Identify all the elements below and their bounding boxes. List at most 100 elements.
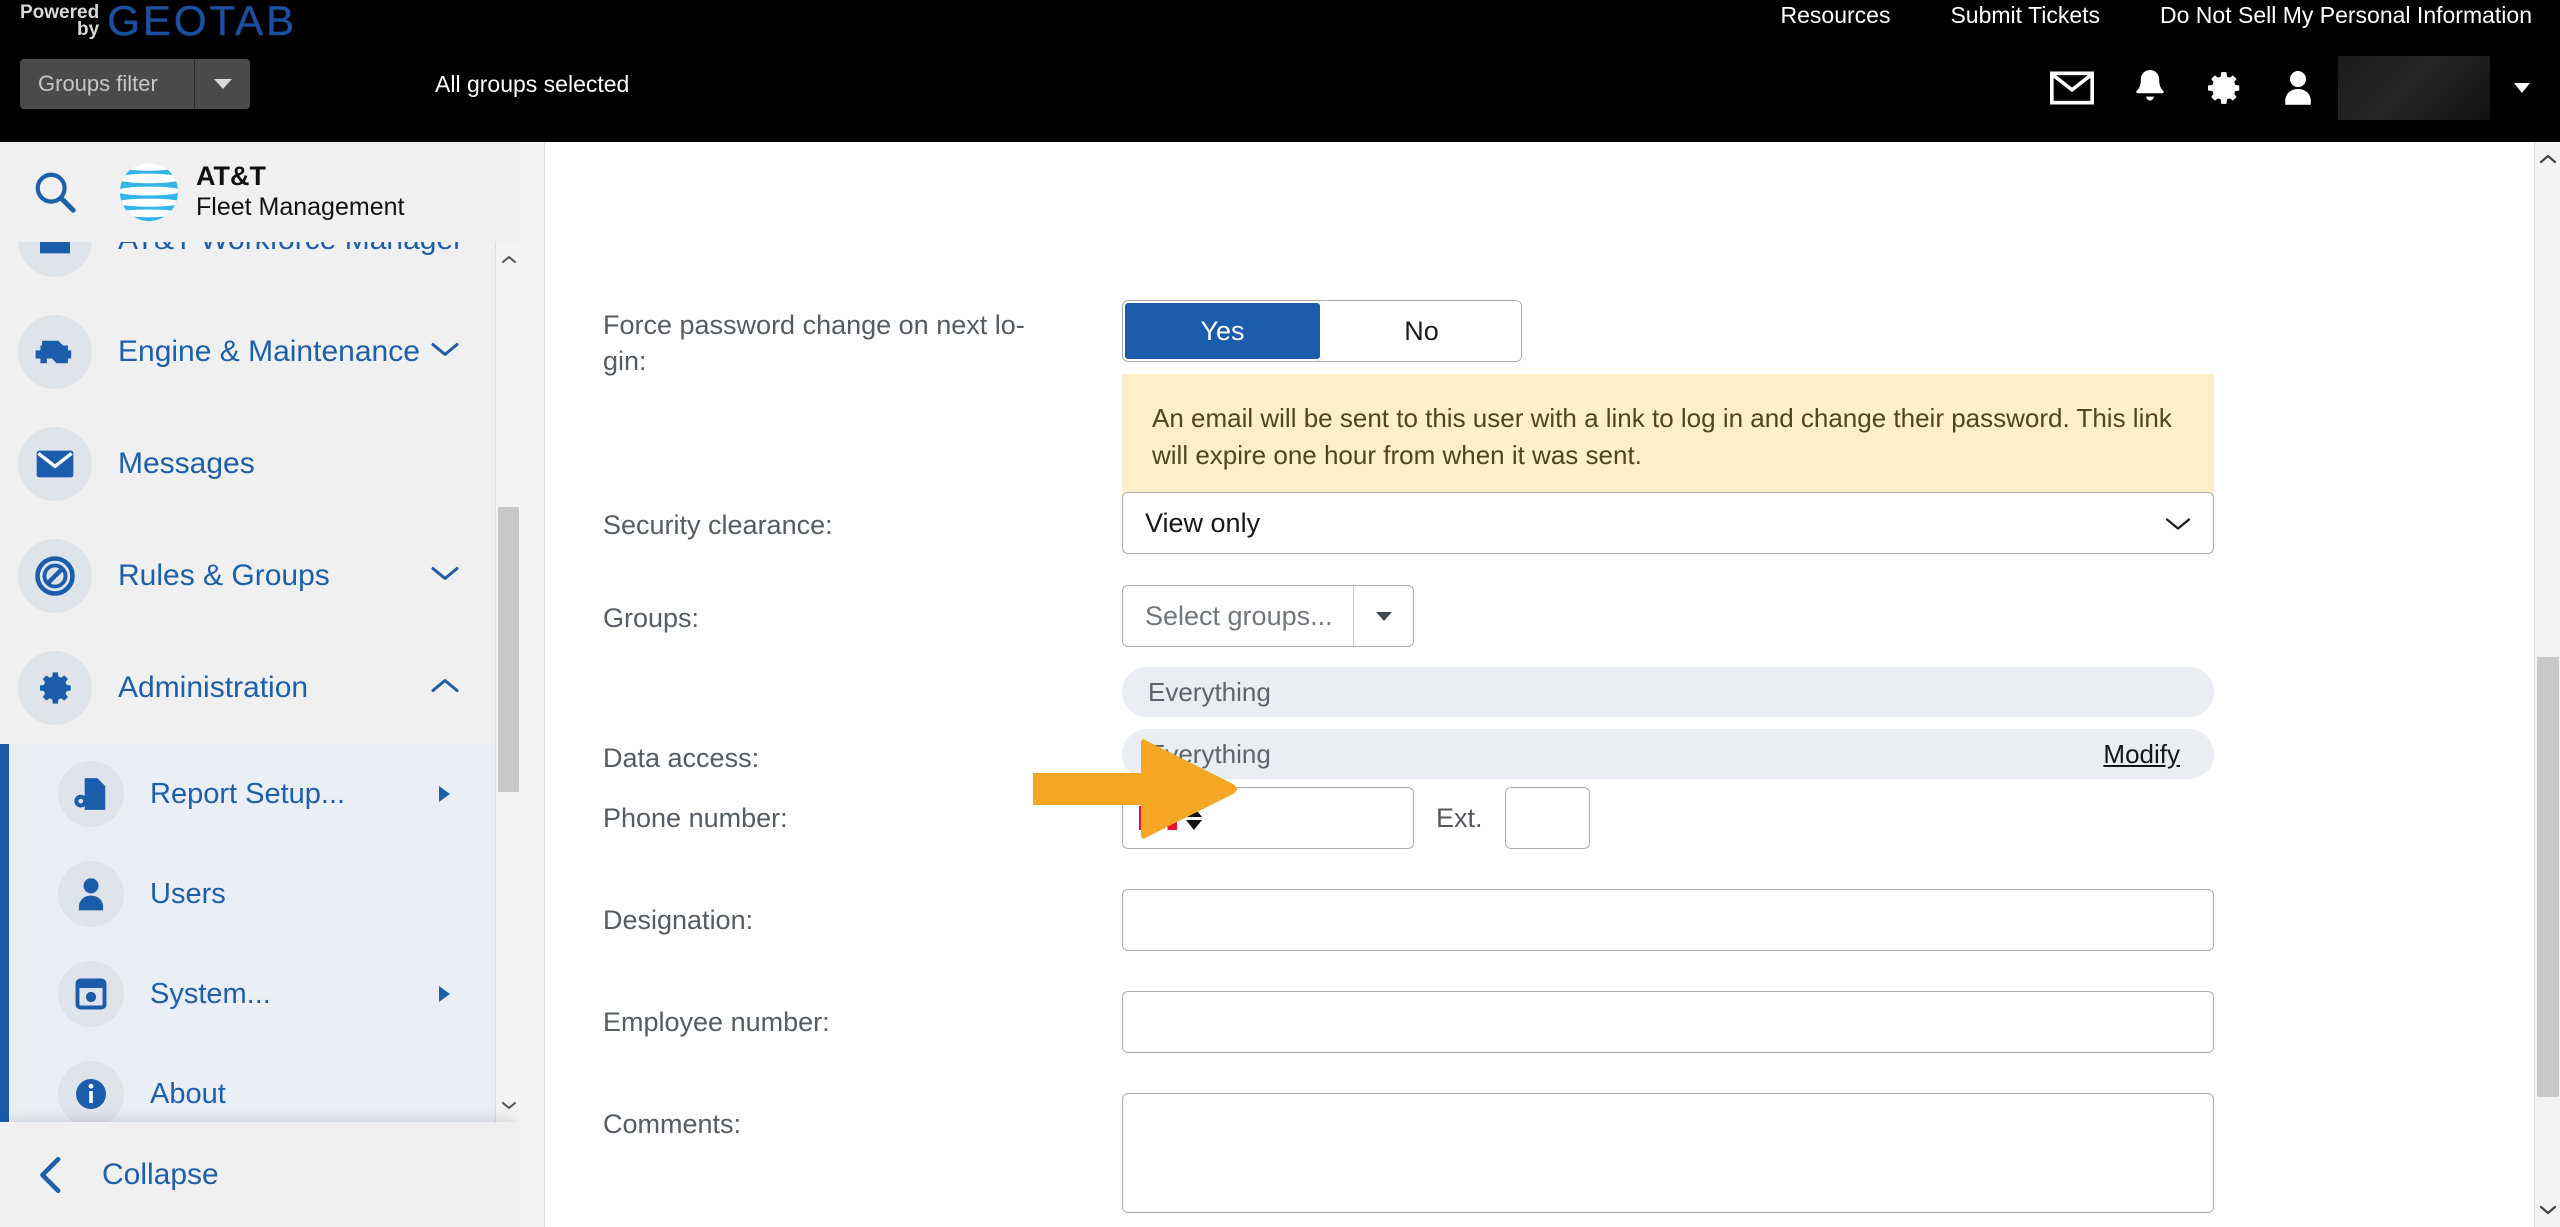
sidebar-item-messages[interactable]: Messages [0, 408, 520, 520]
groups-filter-dropdown[interactable]: Groups filter [20, 59, 250, 109]
top-icon-group [2050, 56, 2530, 120]
sidebar-item-rules-groups[interactable]: Rules & Groups [0, 520, 520, 632]
active-section-rail [0, 844, 9, 944]
system-icon [58, 961, 124, 1027]
sidebar-item-about[interactable]: About [0, 1044, 520, 1122]
groups-chip: Everything [1122, 667, 2214, 717]
active-section-rail [0, 944, 9, 1044]
chevron-down-icon[interactable] [430, 341, 460, 364]
mail-icon[interactable] [2050, 71, 2094, 105]
chevron-down-icon[interactable] [430, 565, 460, 588]
data-access-label: Data access: [603, 743, 760, 773]
force-password-toggle[interactable]: Yes No [1122, 300, 1522, 362]
sidebar-item-label: System... [150, 977, 271, 1010]
collapse-sidebar-button[interactable]: Collapse [0, 1122, 520, 1227]
scroll-up-icon[interactable] [2535, 142, 2560, 176]
groups-combobox[interactable]: Select groups... [1122, 585, 1414, 647]
yes-no-segmented-control[interactable]: Yes No [1122, 300, 1522, 362]
comments-textarea[interactable] [1122, 1093, 2214, 1213]
top-links: Resources Submit Tickets Do Not Sell My … [1781, 2, 2532, 29]
att-product-name: AT&T Fleet Management [196, 161, 404, 222]
notice-text: An email will be sent to this user with … [1122, 374, 2214, 502]
bell-icon[interactable] [2132, 68, 2168, 108]
user-icon[interactable] [2282, 68, 2314, 108]
rules-icon [18, 539, 92, 613]
sidebar-item-workforce-manager[interactable]: AT&T Workforce Manager [0, 242, 520, 296]
data-access-modify-link[interactable]: Modify [2103, 739, 2180, 770]
groups-filter-caret[interactable] [194, 59, 250, 109]
chevron-down-icon[interactable] [2165, 508, 2191, 539]
extension-input[interactable] [1504, 787, 1590, 849]
chevron-left-icon [38, 1155, 64, 1195]
orange-arrow-icon [1033, 739, 1237, 839]
att-globe-icon [119, 162, 179, 222]
security-clearance-value: View only [1145, 507, 1261, 538]
user-name-redacted [2338, 56, 2490, 120]
sidebar-item-report-setup[interactable]: Report Setup... [0, 744, 520, 844]
chevron-right-icon[interactable] [439, 986, 450, 1002]
security-clearance-label: Security clearance: [603, 510, 833, 540]
groups-input[interactable]: Select groups... [1123, 586, 1353, 646]
engine-icon [18, 315, 92, 389]
gear-icon[interactable] [2206, 69, 2244, 107]
info-icon [58, 1061, 124, 1122]
designation-label: Designation: [603, 905, 754, 935]
designation-field-wrap [1122, 889, 2214, 951]
sidebar-scrollbar[interactable] [495, 242, 520, 1122]
data-access-chip: Everything Modify [1122, 729, 2214, 779]
main-scroll-thumb[interactable] [2537, 657, 2559, 1097]
groups-selected-chip: Everything [1122, 667, 2214, 717]
powered-by-geotab-logo: Powered by GEOTAB [20, 0, 298, 44]
link-resources[interactable]: Resources [1781, 2, 1891, 29]
by-label: by [77, 19, 100, 40]
sidebar-item-label: Administration [118, 671, 309, 704]
search-icon[interactable] [18, 155, 92, 229]
sidebar-item-engine-maintenance[interactable]: Engine & Maintenance [0, 296, 520, 408]
sidebar-item-label: About [150, 1077, 226, 1110]
main-scrollbar[interactable] [2534, 142, 2560, 1227]
sidebar-header: AT&T Fleet Management [0, 142, 520, 242]
security-clearance-value-box[interactable]: View only [1122, 492, 2214, 554]
chevron-up-icon[interactable] [430, 677, 460, 700]
left-sidebar: AT&T Fleet Management AT&T Workforce Man… [0, 142, 520, 1227]
extension-label: Ext. [1436, 802, 1483, 833]
security-clearance-select[interactable]: View only [1122, 492, 2214, 554]
att-brand-label: AT&T [196, 161, 266, 192]
sidebar-nav-list: AT&T Workforce Manager Engine & Maintena… [0, 242, 520, 1122]
sidebar-scroll-up-icon[interactable] [496, 242, 520, 276]
main-content-panel: Force password change on next lo- gin: Y… [520, 142, 2560, 1227]
data-access-chip-wrap: Everything Modify [1122, 729, 2214, 779]
geotab-wordmark: GEOTAB [107, 0, 298, 44]
chevron-right-icon[interactable] [439, 786, 450, 802]
att-fleet-management-logo: AT&T Fleet Management [118, 161, 404, 223]
sidebar-scroll-down-icon[interactable] [496, 1088, 520, 1122]
active-section-rail [0, 744, 9, 844]
content-left-gutter-scrollbar[interactable] [520, 142, 545, 1227]
scroll-down-icon[interactable] [2535, 1193, 2560, 1227]
link-submit-tickets[interactable]: Submit Tickets [1950, 2, 2100, 29]
sidebar-item-users[interactable]: Users [0, 844, 520, 944]
force-password-yes-button[interactable]: Yes [1123, 301, 1322, 361]
groups-select-control[interactable]: Select groups... [1122, 585, 1414, 647]
sidebar-item-administration[interactable]: Administration [0, 632, 520, 744]
employee-number-input[interactable] [1122, 991, 2214, 1053]
comments-label: Comments: [603, 1109, 742, 1139]
force-password-no-button[interactable]: No [1322, 301, 1521, 361]
sidebar-item-label: AT&T Workforce Manager [118, 242, 463, 257]
groups-dropdown-button[interactable] [1353, 586, 1413, 646]
sidebar-scroll-thumb[interactable] [498, 507, 519, 792]
sidebar-item-label: Report Setup... [150, 777, 346, 810]
groups-label: Groups: [603, 603, 700, 633]
sidebar-item-system[interactable]: System... [0, 944, 520, 1044]
groups-filter-input[interactable]: Groups filter [20, 71, 194, 97]
user-menu-chevron-down-icon[interactable] [2514, 83, 2530, 93]
top-navigation-bar: Powered by GEOTAB Groups filter All grou… [0, 0, 2560, 142]
link-do-not-sell[interactable]: Do Not Sell My Personal Information [2160, 2, 2532, 29]
chevron-down-icon [1375, 611, 1392, 621]
collapse-label: Collapse [102, 1157, 219, 1191]
workforce-icon [18, 242, 92, 277]
mail-icon [18, 427, 92, 501]
employee-number-field-wrap [1122, 991, 2214, 1053]
designation-input[interactable] [1122, 889, 2214, 951]
fleet-management-label: Fleet Management [196, 193, 405, 222]
